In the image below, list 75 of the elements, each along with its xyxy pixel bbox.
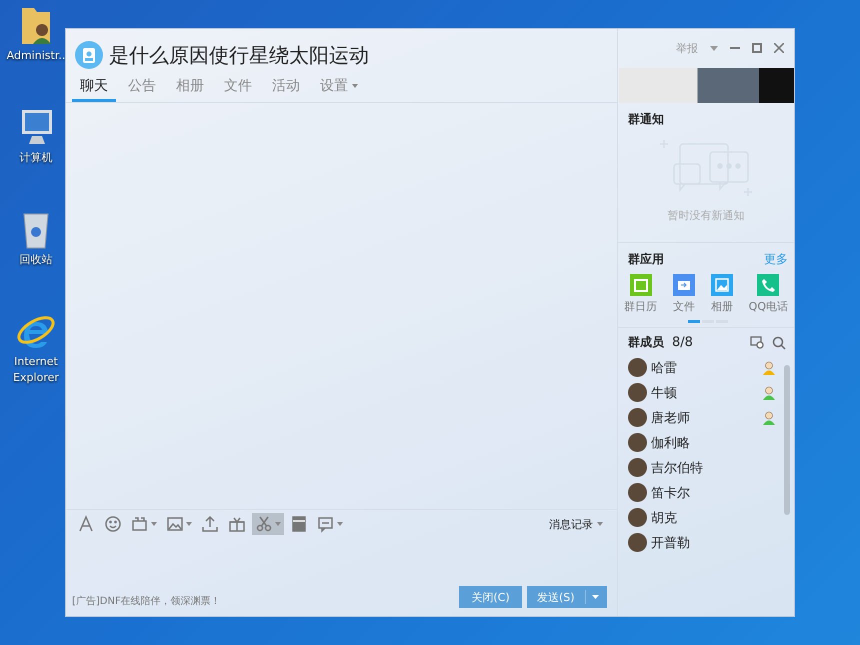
member-name: 牛顿 [651, 384, 678, 402]
caret-icon[interactable] [597, 522, 603, 526]
ad-banner-image[interactable] [619, 68, 794, 103]
avatar-placeholder [628, 508, 647, 527]
scrollbar[interactable] [784, 365, 790, 515]
window-title: 是什么原因使行星绕太阳运动 [109, 42, 369, 68]
avatar-placeholder [628, 383, 647, 402]
scissors-tool-button[interactable] [252, 513, 284, 535]
caret-icon[interactable] [352, 84, 358, 88]
ad-text-link[interactable]: [广告]DNF在线陪伴，领深渊票！ [72, 594, 221, 608]
gif-icon[interactable] [131, 515, 149, 533]
chat-settings-icon[interactable] [750, 336, 764, 349]
caret-icon[interactable] [151, 522, 157, 526]
tab[interactable]: 设置 [312, 75, 366, 102]
empty-notice-text: 暂时没有新通知 [668, 208, 744, 223]
tab[interactable]: 相册 [168, 75, 212, 102]
member-row[interactable]: 唐老师 [628, 407, 776, 428]
send-button[interactable]: 发送(S) [527, 586, 607, 608]
avatar-placeholder [628, 433, 647, 452]
group-avatar-icon [75, 41, 103, 69]
tab[interactable]: 文件 [216, 75, 260, 102]
tab[interactable]: 公告 [120, 75, 164, 102]
apps-heading: 群应用 [628, 251, 664, 268]
member-row[interactable]: 牛顿 [628, 382, 776, 403]
person-icon [762, 386, 776, 400]
member-name: 伽利略 [651, 434, 691, 452]
notice-heading: 群通知 [628, 111, 664, 128]
member-row[interactable]: 伽利略 [628, 432, 776, 453]
member-row[interactable]: 吉尔伯特 [628, 457, 776, 478]
app-label[interactable]: QQ电话 [748, 299, 788, 314]
calendar-app-icon[interactable] [630, 274, 652, 296]
member-name: 笛卡尔 [651, 484, 691, 502]
caret-icon[interactable] [186, 522, 192, 526]
caret-icon[interactable] [710, 46, 718, 50]
caret-icon[interactable] [337, 522, 343, 526]
desktop-icon-label[interactable]: 回收站 [5, 252, 67, 268]
image-icon[interactable] [166, 515, 184, 533]
caret-icon[interactable] [592, 595, 599, 599]
avatar-placeholder [628, 358, 647, 377]
member-row[interactable]: 笛卡尔 [628, 482, 776, 503]
tab[interactable]: 聊天 [72, 75, 116, 102]
member-name: 开普勒 [651, 534, 691, 552]
search-icon[interactable] [772, 336, 786, 350]
avatar-placeholder [628, 408, 647, 427]
scissors-icon[interactable] [255, 515, 273, 533]
desktop-icon-label[interactable]: Internet Explorer [5, 354, 67, 386]
members-heading: 群成员 [628, 334, 664, 351]
app-label[interactable]: 相册 [710, 299, 733, 314]
avatar-placeholder [628, 483, 647, 502]
app-label[interactable]: 群日历 [624, 299, 657, 314]
phone-app-icon[interactable] [757, 274, 780, 296]
member-row[interactable]: 胡克 [628, 507, 776, 528]
tab[interactable]: 活动 [264, 75, 308, 102]
desktop-icon-label[interactable]: Administr.. [5, 48, 67, 64]
caret-icon[interactable] [275, 522, 281, 526]
person-icon [762, 360, 776, 374]
close-button[interactable]: 关闭(C) [459, 586, 522, 608]
avatar-placeholder [628, 458, 647, 477]
avatar-placeholder [628, 533, 647, 552]
album-app-icon[interactable] [710, 274, 733, 296]
app-label[interactable]: 文件 [672, 299, 695, 314]
member-count: 8/8 [672, 335, 693, 350]
desktop-icon-label[interactable]: 计算机 [5, 150, 67, 166]
member-row[interactable]: 哈雷 [628, 357, 776, 378]
close-icon[interactable] [774, 43, 784, 53]
member-name: 唐老师 [651, 410, 691, 426]
maximize-icon[interactable] [752, 43, 762, 53]
file-app-icon[interactable] [672, 274, 695, 296]
member-name: 吉尔伯特 [651, 460, 704, 476]
chat-icon[interactable] [317, 515, 335, 533]
member-name: 胡克 [651, 510, 678, 526]
person-icon [762, 410, 776, 424]
member-name: 哈雷 [651, 360, 678, 376]
member-row[interactable]: 开普勒 [628, 532, 776, 553]
message-history-button[interactable]: 消息记录 [543, 516, 609, 532]
